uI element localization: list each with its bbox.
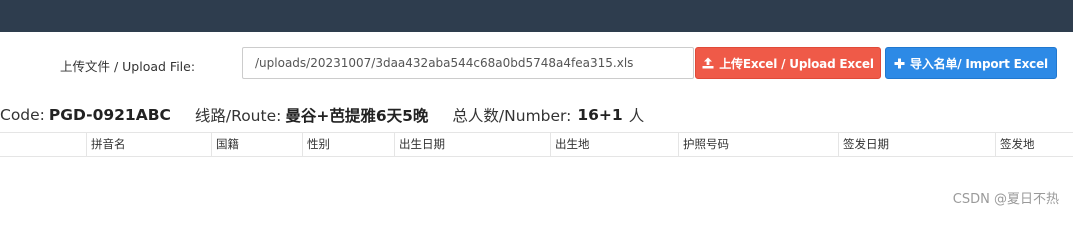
top-navbar bbox=[0, 0, 1073, 32]
upload-excel-button[interactable]: 上传Excel / Upload Excel bbox=[695, 47, 881, 79]
column-header-pinyin-name: 拼音名 bbox=[86, 133, 211, 156]
code-value: PGD-0921ABC bbox=[48, 106, 171, 124]
column-header-birth-place: 出生地 bbox=[550, 133, 678, 156]
number-value: 16+1 bbox=[577, 106, 623, 124]
plus-icon bbox=[894, 58, 905, 68]
number-label: 总人数/Number: bbox=[452, 107, 572, 125]
column-header-issue-date: 签发日期 bbox=[838, 133, 995, 156]
route-label: 线路/Route: bbox=[194, 107, 282, 125]
upload-icon bbox=[702, 57, 714, 69]
tour-info-row: Code: PGD-0921ABC 线路/Route: 曼谷+芭提雅6天5晚 总… bbox=[0, 104, 1073, 126]
import-excel-button[interactable]: 导入名单/ Import Excel bbox=[885, 47, 1057, 79]
route-value: 曼谷+芭提雅6天5晚 bbox=[285, 107, 429, 125]
upload-row: 上传文件 / Upload File: 上传Excel / Upload Exc… bbox=[0, 46, 1073, 80]
csdn-watermark: CSDN @夏日不热 bbox=[952, 192, 1059, 207]
passenger-table-header: 拼音名 国籍 性别 出生日期 出生地 护照号码 签发日期 签发地 bbox=[0, 132, 1073, 157]
column-header-birth-date: 出生日期 bbox=[394, 133, 550, 156]
column-header-issue-place: 签发地 bbox=[995, 133, 1073, 156]
upload-excel-button-label: 上传Excel / Upload Excel bbox=[719, 56, 874, 71]
upload-file-label: 上传文件 / Upload File: bbox=[60, 59, 196, 74]
column-header-nationality: 国籍 bbox=[211, 133, 302, 156]
column-header-passport-number: 护照号码 bbox=[678, 133, 838, 156]
upload-file-path-input[interactable] bbox=[242, 47, 694, 79]
column-header-index bbox=[0, 133, 86, 156]
code-label: Code: bbox=[0, 106, 45, 124]
column-header-gender: 性别 bbox=[302, 133, 394, 156]
number-unit: 人 bbox=[628, 107, 645, 125]
import-excel-button-label: 导入名单/ Import Excel bbox=[910, 56, 1048, 71]
